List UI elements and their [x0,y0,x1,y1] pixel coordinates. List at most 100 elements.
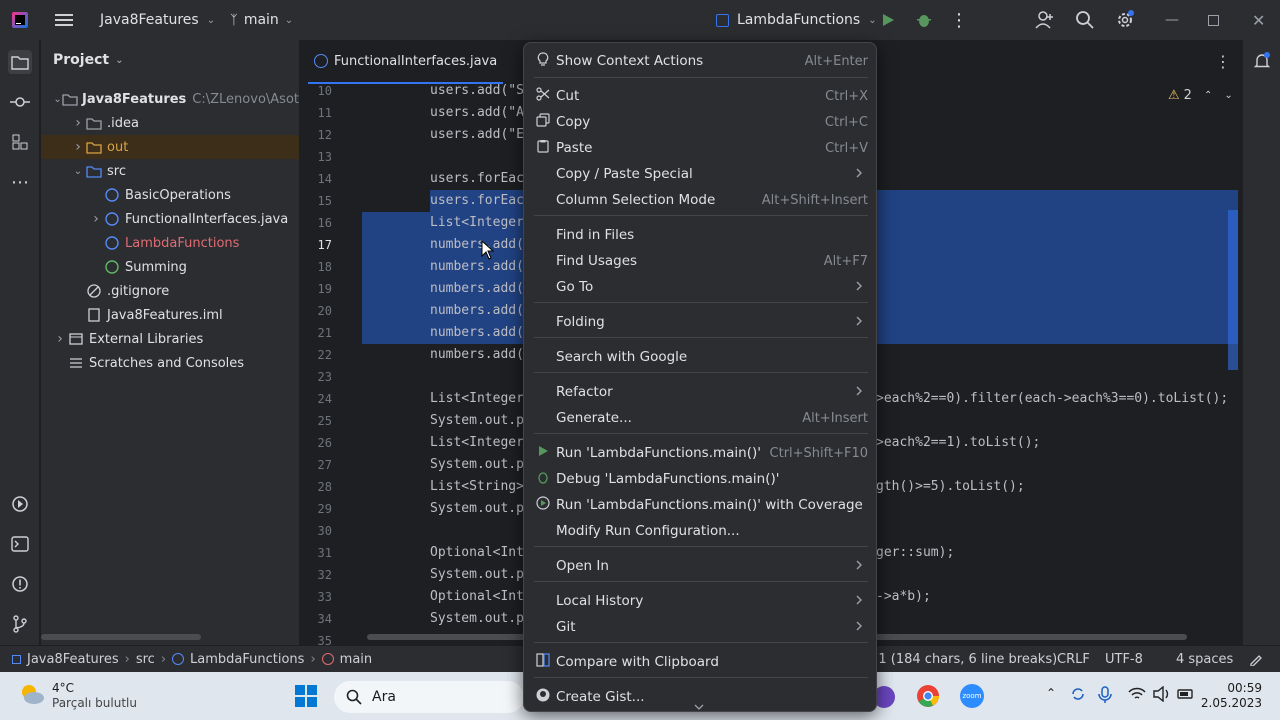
indent-setting[interactable]: 4 spaces [1176,646,1233,672]
services-icon[interactable] [8,492,32,516]
git-icon[interactable] [8,612,32,636]
chevron-right-icon[interactable]: › [53,331,67,347]
tree-item[interactable]: › External Libraries [41,327,299,351]
line-separator[interactable]: CRLF [1057,646,1090,672]
wifi-icon[interactable] [1128,686,1146,702]
editor-more-icon[interactable]: ⋮ [1215,52,1231,71]
breadcrumb-project[interactable]: Java8Features [27,652,119,667]
menu-item[interactable]: Run 'LambdaFunctions.main()' with Covera… [530,492,870,518]
menu-item[interactable]: Paste Ctrl+V [530,135,870,161]
intellij-logo-icon[interactable] [12,0,28,40]
menu-item[interactable]: Find in Files [530,222,870,248]
commit-icon[interactable] [8,90,32,114]
menu-item[interactable]: Compare with Clipboard [530,649,870,675]
windows-start-icon[interactable] [294,684,318,708]
project-folder-icon[interactable] [8,50,32,74]
chrome-icon[interactable] [916,684,940,708]
menu-item[interactable]: Debug 'LambdaFunctions.main()' [530,466,870,492]
tree-item[interactable]: Java8Features.iml [41,303,299,327]
horizontal-scrollbar[interactable] [41,634,201,640]
line-number: 32 [317,568,332,582]
menu-scroll-down-icon[interactable] [694,698,704,711]
tree-item[interactable]: › FunctionalInterfaces.java [41,207,299,231]
tree-item[interactable]: .gitignore [41,279,299,303]
tab-functional-interfaces[interactable]: FunctionalInterfaces.java [308,40,504,84]
line-number: 18 [317,260,332,274]
tree-item[interactable]: › out [41,135,299,159]
tree-item[interactable]: Scratches and Consoles [41,351,299,375]
search-icon[interactable] [1075,0,1095,40]
structure-icon[interactable] [8,130,32,154]
menu-item[interactable]: Local History [530,588,870,614]
menu-item[interactable]: Go To [530,274,870,300]
menu-item[interactable]: Column Selection Mode Alt+Shift+Insert [530,187,870,213]
menu-item[interactable]: Git [530,614,870,640]
code-line: numbers.add( [430,237,524,252]
menu-item[interactable]: Copy Ctrl+C [530,109,870,135]
volume-icon[interactable] [1153,686,1171,702]
breadcrumb-src[interactable]: src [136,652,155,667]
settings-gear-icon[interactable] [1115,0,1135,40]
battery-icon[interactable] [1177,686,1195,702]
code-line: users.add("S [430,83,524,98]
tree-item[interactable]: ⌄ src [41,159,299,183]
breadcrumb-class[interactable]: LambdaFunctions [190,652,304,667]
menu-item[interactable]: Cut Ctrl+X [530,83,870,109]
add-user-icon[interactable] [1035,0,1055,40]
weather-widget[interactable]: 4°C Parçalı bulutlu [52,681,137,711]
debug-icon[interactable] [915,0,933,40]
clock[interactable]: 00:59 2.05.2023 [1200,681,1262,711]
chevron-up-icon[interactable]: ⌃ [1046,686,1056,700]
close-icon[interactable]: ✕ [1252,0,1265,40]
chevron-right-icon[interactable]: › [71,139,85,155]
taskbar-search[interactable]: Ara [334,681,524,713]
breadcrumb-method[interactable]: main [340,652,372,667]
chevron-right-icon[interactable]: › [89,211,103,227]
chevron-down-icon[interactable]: ⌄ [53,94,62,105]
minimize-icon[interactable]: — [1165,0,1179,40]
tree-item[interactable]: Summing [41,255,299,279]
run-icon[interactable] [880,0,896,40]
branch-selector[interactable]: ᛉ main ⌄ [230,0,293,40]
line-number: 33 [317,590,332,604]
tree-item[interactable]: LambdaFunctions [41,231,299,255]
menu-item[interactable]: Show Context Actions Alt+Enter [530,48,870,74]
maximize-icon[interactable] [1208,0,1219,40]
menu-item[interactable]: Run 'LambdaFunctions.main()' Ctrl+Shift+F… [530,440,870,466]
menu-item[interactable]: Folding [530,309,870,335]
weather-icon[interactable] [18,682,46,706]
tree-item[interactable]: BasicOperations [41,183,299,207]
paste-icon [534,139,552,157]
lock-icon[interactable] [1249,646,1263,672]
menu-item[interactable]: Copy / Paste Special [530,161,870,187]
file-encoding[interactable]: UTF-8 [1105,646,1143,672]
class-icon [172,653,185,665]
caret-position[interactable]: :1 (184 chars, 6 line breaks) [874,646,1057,672]
menu-item[interactable]: Generate... Alt+Insert [530,405,870,431]
microphone-icon[interactable] [1098,686,1112,704]
chevron-right-icon[interactable]: › [71,115,85,131]
project-panel-header[interactable]: Project ⌄ [53,52,123,68]
notifications-icon[interactable] [1253,52,1271,74]
chevron-down-icon[interactable]: ⌄ [71,166,85,177]
main-menu-icon[interactable] [55,0,73,40]
problems-icon[interactable] [8,572,32,596]
sync-icon[interactable] [1070,686,1086,702]
more-actions-icon[interactable]: ⋮ [950,0,968,40]
terminal-icon[interactable] [8,532,32,556]
project-selector[interactable]: Java8Features ⌄ [100,0,215,40]
line-number: 21 [317,326,332,340]
run-config-selector[interactable]: LambdaFunctions ⌄ [716,0,877,40]
menu-item[interactable]: Search with Google [530,344,870,370]
menu-item[interactable]: Find Usages Alt+F7 [530,248,870,274]
menu-item-label: Paste [556,140,593,156]
zoom-icon[interactable]: zoom [960,684,984,708]
line-number: 20 [317,304,332,318]
menu-item[interactable]: Modify Run Configuration... [530,518,870,544]
more-tools-icon[interactable]: ⋯ [8,170,32,194]
weather-desc: Parçalı bulutlu [52,696,137,710]
tree-item[interactable]: ⌄ Java8Features C:\ZLenovo\Asot [41,87,299,111]
menu-item[interactable]: Open In [530,553,870,579]
tree-item[interactable]: › .idea [41,111,299,135]
menu-item[interactable]: Refactor [530,379,870,405]
